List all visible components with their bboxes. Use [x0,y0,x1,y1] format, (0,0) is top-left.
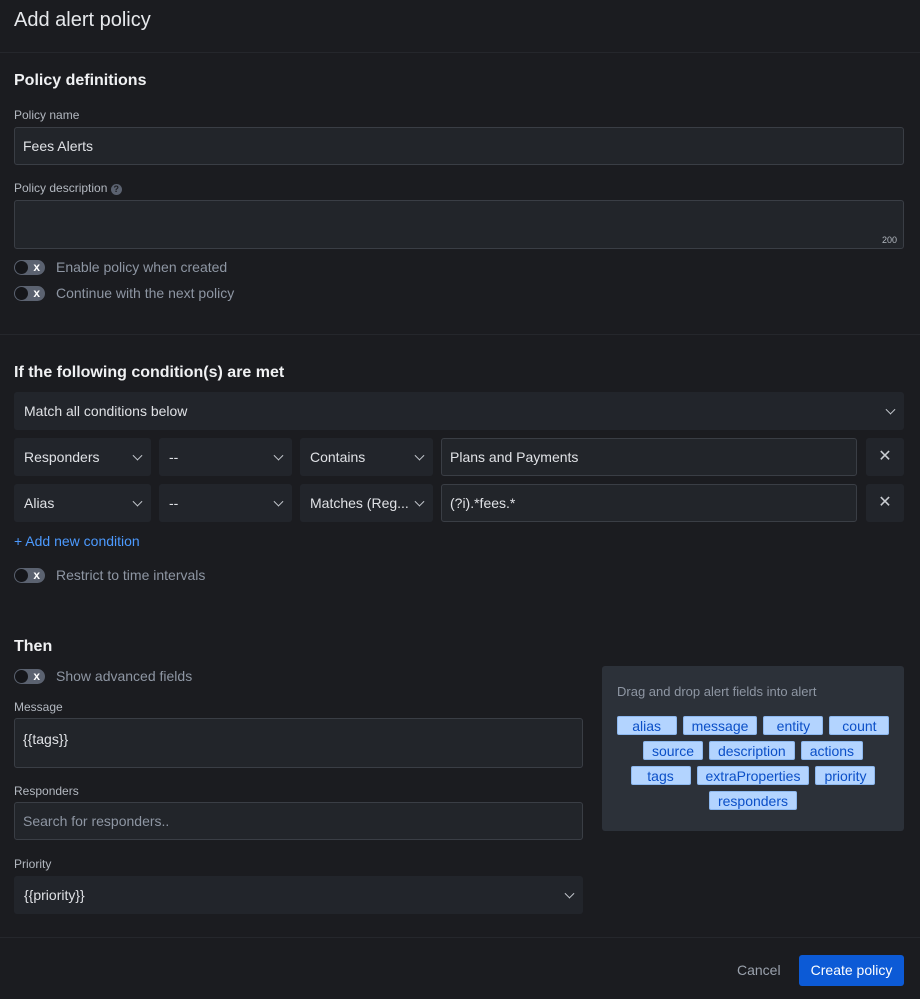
section-heading-then: Then [14,638,53,655]
remove-condition-button[interactable]: ✕ [866,484,904,522]
policy-description-label: Policy description ? [14,181,122,195]
condition-field-select[interactable]: Alias [14,484,151,522]
priority-select[interactable]: {{priority}} [14,876,583,914]
enable-policy-label: Enable policy when created [56,259,228,275]
field-tag-priority[interactable]: priority [815,766,876,785]
field-tag-entity[interactable]: entity [763,716,824,735]
continue-policy-toggle[interactable]: x [14,286,45,301]
message-input[interactable]: {{tags}} [14,718,583,768]
policy-name-label: Policy name [14,108,80,122]
match-select[interactable]: Match all conditions below [14,392,904,430]
chevron-down-icon [132,450,143,461]
toggle-x-icon: x [33,669,40,683]
select-value: Responders [24,449,100,465]
divider [0,52,920,53]
alert-field-tags: alias message entity count source descri… [614,716,892,810]
continue-policy-label: Continue with the next policy [56,285,235,301]
divider [0,937,920,938]
select-value: Contains [310,449,366,465]
priority-label: Priority [14,857,52,871]
alert-fields-panel: Drag and drop alert fields into alert al… [602,666,904,831]
condition-operator-select[interactable]: Matches (Reg... [300,484,433,522]
advanced-fields-label: Show advanced fields [56,668,193,684]
toggle-x-icon: x [33,286,40,300]
cancel-button[interactable]: Cancel [737,962,781,978]
condition-value-input[interactable]: (?i).*fees.* [441,484,857,522]
select-value: Matches (Reg... [310,495,409,511]
chevron-down-icon [414,450,425,461]
responders-search-input[interactable]: Search for responders.. [14,802,583,840]
remove-condition-button[interactable]: ✕ [866,438,904,476]
policy-name-input[interactable]: Fees Alerts [14,127,904,165]
condition-field-select[interactable]: Responders [14,438,151,476]
responders-label: Responders [14,784,79,798]
section-heading-definitions: Policy definitions [14,72,147,89]
select-value: -- [169,449,179,465]
field-tag-alias[interactable]: alias [616,716,677,735]
field-tag-description[interactable]: description [708,741,795,760]
create-policy-button[interactable]: Create policy [799,955,904,986]
condition-not-select[interactable]: -- [159,484,292,522]
dialog-title: Add alert policy [14,9,151,31]
enable-policy-toggle[interactable]: x [14,260,45,275]
add-condition-link[interactable]: + Add new condition [14,533,140,549]
field-tag-source[interactable]: source [642,741,703,760]
field-tag-tags[interactable]: tags [630,766,691,785]
field-tag-responders[interactable]: responders [708,791,798,810]
restrict-time-toggle[interactable]: x [14,568,45,583]
message-label: Message [14,700,63,714]
field-tag-count[interactable]: count [829,716,890,735]
match-value: Match all conditions below [24,403,188,419]
help-icon[interactable]: ? [110,184,122,195]
field-tag-message[interactable]: message [682,716,758,735]
chevron-down-icon [273,496,284,507]
select-value: {{priority}} [24,887,85,903]
divider [0,334,920,335]
char-counter: 200 [881,235,897,245]
advanced-fields-toggle[interactable]: x [14,669,45,684]
panel-title: Drag and drop alert fields into alert [617,684,817,699]
chevron-down-icon [273,450,284,461]
field-tag-extraproperties[interactable]: extraProperties [696,766,810,785]
toggle-x-icon: x [33,260,40,274]
section-heading-conditions: If the following condition(s) are met [14,364,285,381]
chevron-down-icon [885,404,896,415]
field-tag-actions[interactable]: actions [800,741,864,760]
restrict-time-label: Restrict to time intervals [56,567,206,583]
select-value: -- [169,495,179,511]
condition-value-input[interactable]: Plans and Payments [441,438,857,476]
condition-operator-select[interactable]: Contains [300,438,433,476]
chevron-down-icon [132,496,143,507]
select-value: Alias [24,495,55,511]
policy-description-input[interactable]: 200 [14,200,904,249]
chevron-down-icon [564,888,575,899]
condition-not-select[interactable]: -- [159,438,292,476]
chevron-down-icon [414,496,425,507]
toggle-x-icon: x [33,568,40,582]
